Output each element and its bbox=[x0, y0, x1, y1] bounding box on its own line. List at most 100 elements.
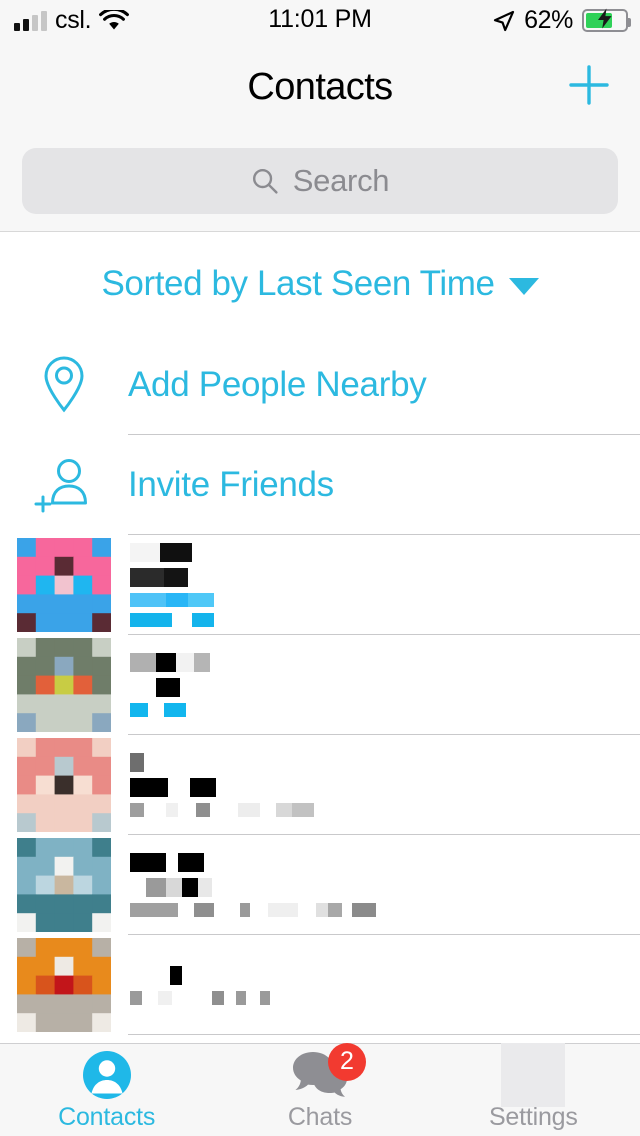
redacted-line bbox=[130, 678, 210, 697]
invite-friends-row[interactable]: Invite Friends bbox=[0, 435, 640, 535]
redacted-line bbox=[130, 543, 214, 562]
redaction-block bbox=[170, 965, 182, 985]
contact-redacted-text bbox=[128, 653, 210, 717]
redaction-block bbox=[178, 853, 204, 872]
battery-charging-icon bbox=[582, 8, 631, 32]
redaction-block bbox=[316, 903, 328, 917]
sort-order-button[interactable]: Sorted by Last Seen Time bbox=[0, 233, 640, 335]
tab-settings-label: Settings bbox=[488, 1102, 578, 1131]
contact-row[interactable] bbox=[0, 535, 640, 635]
redaction-block bbox=[166, 853, 178, 872]
redaction-block bbox=[168, 778, 190, 797]
redacted-line bbox=[130, 753, 314, 772]
redaction-block bbox=[246, 990, 260, 1005]
redaction-block bbox=[164, 703, 186, 717]
redaction-block bbox=[172, 990, 212, 1005]
tab-chats[interactable]: 2 Chats bbox=[213, 1042, 426, 1136]
contact-rows-container bbox=[0, 535, 640, 1035]
sort-order-label: Sorted by Last Seen Time bbox=[101, 264, 495, 303]
redaction-block bbox=[148, 703, 164, 717]
avatar bbox=[0, 638, 128, 732]
redacted-line bbox=[130, 853, 376, 872]
redaction-block bbox=[196, 803, 210, 817]
redacted-line bbox=[130, 778, 314, 797]
contacts-list[interactable]: Sorted by Last Seen Time Add People Near… bbox=[0, 233, 640, 1043]
redaction-block bbox=[352, 903, 376, 917]
redaction-block bbox=[198, 878, 212, 897]
redaction-block bbox=[130, 753, 144, 772]
search-icon bbox=[251, 167, 279, 195]
redacted-line bbox=[130, 703, 210, 717]
redaction-block bbox=[130, 990, 142, 1005]
redaction-block bbox=[188, 593, 214, 607]
search-placeholder: Search bbox=[292, 163, 390, 198]
search-input[interactable]: Search bbox=[22, 148, 618, 214]
redaction-block bbox=[146, 878, 166, 897]
redaction-block bbox=[342, 903, 352, 917]
plus-icon bbox=[566, 62, 612, 113]
redaction-block bbox=[240, 903, 250, 917]
tab-settings[interactable]: Settings bbox=[427, 1042, 640, 1136]
redaction-block bbox=[164, 568, 188, 587]
contact-row[interactable] bbox=[0, 735, 640, 835]
settings-placeholder-icon bbox=[501, 1042, 566, 1107]
invite-friends-label: Invite Friends bbox=[128, 465, 334, 504]
redaction-block bbox=[178, 903, 194, 917]
redacted-line bbox=[130, 568, 214, 587]
row-separator bbox=[128, 1034, 640, 1035]
redaction-block bbox=[130, 678, 156, 697]
redacted-line bbox=[130, 878, 376, 897]
redaction-block bbox=[194, 903, 214, 917]
contact-row[interactable] bbox=[0, 935, 640, 1035]
battery-percent-label: 62% bbox=[524, 6, 573, 34]
redacted-line bbox=[130, 965, 270, 985]
redaction-block bbox=[130, 568, 164, 587]
redaction-block bbox=[298, 903, 316, 917]
redaction-block bbox=[194, 653, 210, 672]
chevron-down-icon bbox=[508, 277, 539, 295]
redacted-line bbox=[130, 593, 214, 607]
chats-unread-badge: 2 bbox=[327, 1042, 366, 1081]
avatar bbox=[0, 738, 128, 832]
redaction-block bbox=[250, 903, 268, 917]
redaction-block bbox=[268, 903, 298, 917]
redaction-block bbox=[210, 803, 238, 817]
status-bar-right: 62% bbox=[493, 6, 631, 35]
redaction-block bbox=[142, 990, 158, 1005]
redaction-block bbox=[260, 803, 276, 817]
redaction-block bbox=[260, 990, 270, 1005]
redaction-block bbox=[190, 778, 216, 797]
tab-contacts[interactable]: Contacts bbox=[0, 1044, 213, 1136]
tab-chats-label: Chats bbox=[287, 1102, 353, 1131]
contact-redacted-text bbox=[128, 753, 314, 817]
contacts-screen: csl. 11:01 PM 62% Contacts Search Sorted… bbox=[0, 0, 640, 1136]
redaction-block bbox=[130, 703, 148, 717]
add-contact-button[interactable] bbox=[564, 62, 614, 112]
contact-row[interactable] bbox=[0, 835, 640, 935]
redaction-block bbox=[182, 878, 198, 897]
redaction-block bbox=[172, 613, 192, 627]
redacted-line bbox=[130, 613, 214, 627]
redaction-block bbox=[130, 903, 178, 917]
redaction-block bbox=[224, 990, 236, 1005]
location-arrow-icon bbox=[493, 10, 515, 32]
add-people-nearby-row[interactable]: Add People Nearby bbox=[0, 335, 640, 435]
redaction-block bbox=[130, 613, 172, 627]
contact-row[interactable] bbox=[0, 635, 640, 735]
redaction-block bbox=[156, 653, 176, 672]
redaction-block bbox=[156, 678, 180, 697]
redaction-block bbox=[176, 653, 194, 672]
redaction-block bbox=[166, 878, 182, 897]
redaction-block bbox=[236, 990, 246, 1005]
avatar bbox=[0, 538, 128, 632]
redaction-block bbox=[178, 803, 196, 817]
redaction-block bbox=[166, 803, 178, 817]
tab-contacts-label: Contacts bbox=[58, 1102, 156, 1131]
contact-redacted-text bbox=[128, 965, 270, 1005]
contact-redacted-text bbox=[128, 543, 214, 627]
redaction-block bbox=[144, 753, 178, 772]
redaction-block bbox=[130, 778, 168, 797]
avatar bbox=[0, 938, 128, 1032]
contact-redacted-text bbox=[128, 853, 376, 917]
redaction-block bbox=[238, 803, 260, 817]
